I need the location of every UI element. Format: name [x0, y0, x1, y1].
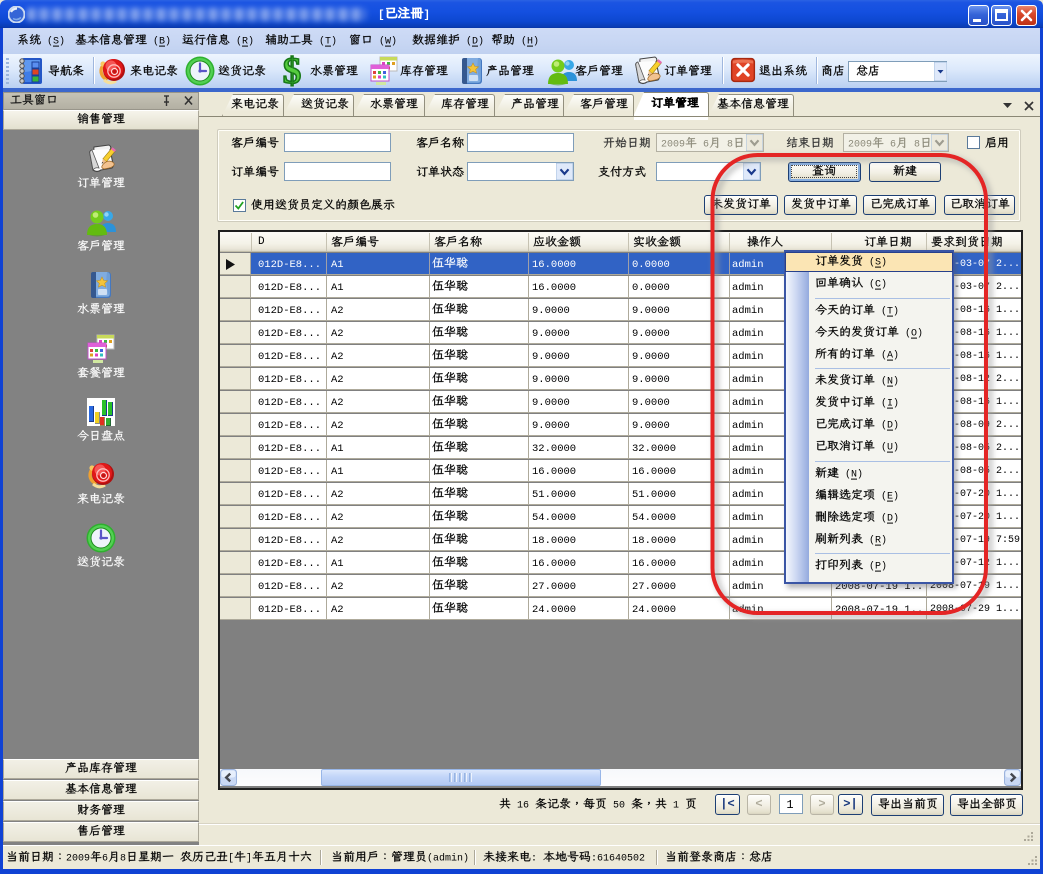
- svg-text:50: 50: [613, 801, 625, 812]
- svg-text:2009: 2009: [661, 140, 685, 151]
- svg-text:(admin): (admin): [427, 853, 469, 865]
- svg-text:$: $: [283, 55, 302, 87]
- svg-text:]: ]: [246, 853, 252, 865]
- svg-text:8: 8: [120, 854, 126, 865]
- svg-text:[: [: [228, 853, 234, 865]
- svg-text:]: ]: [424, 9, 431, 21]
- svg-text:[: [: [378, 9, 385, 21]
- svg-text::: :: [531, 854, 537, 865]
- svg-text::61640502: :61640502: [591, 854, 645, 865]
- svg-text:6: 6: [102, 854, 108, 865]
- svg-text:1: 1: [673, 801, 679, 812]
- svg-text:2009: 2009: [66, 854, 90, 865]
- svg-text:16: 16: [517, 801, 529, 812]
